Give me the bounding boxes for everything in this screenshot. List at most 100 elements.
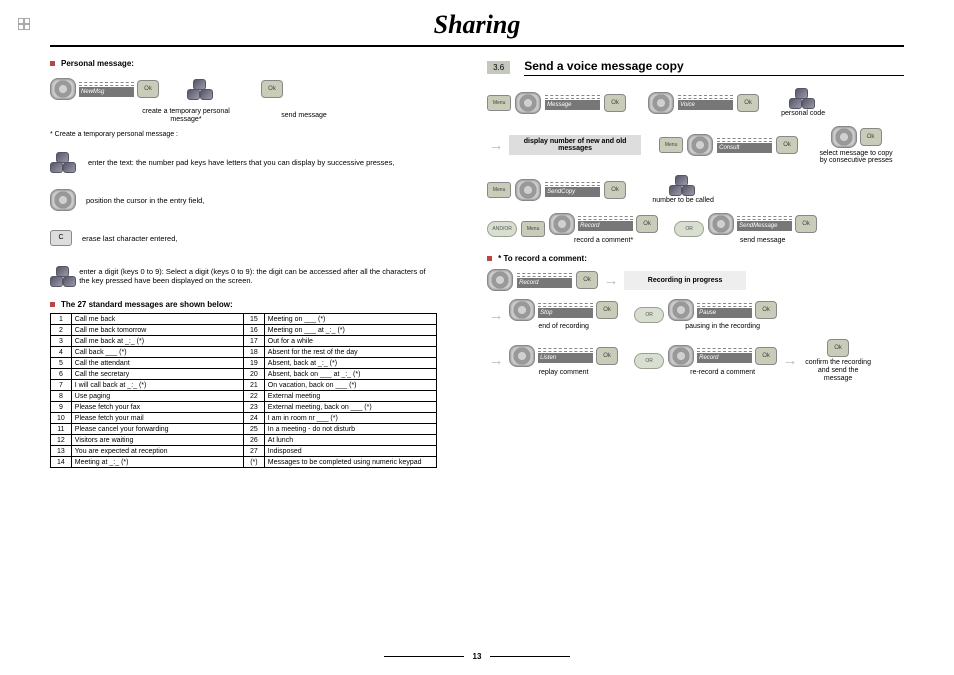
table-cell: 7: [51, 380, 72, 391]
table-cell: 9: [51, 402, 72, 413]
or-icon: OR: [634, 353, 664, 369]
caption: pausing in the recording: [685, 323, 760, 331]
table-cell: Absent, back on ___ at _:_ (*): [264, 369, 436, 380]
instruction-text: enter the text: the number pad keys have…: [88, 158, 394, 168]
caption: end of recording: [538, 323, 589, 331]
table-cell: Use paging: [71, 391, 243, 402]
bullet-icon: [487, 256, 492, 261]
table-row: 8Use paging22External meeting: [51, 391, 437, 402]
table-row: 1Call me back15Meeting on ___ (*): [51, 314, 437, 325]
table-cell: Call me back tomorrow: [71, 325, 243, 336]
nav-key-icon: [668, 345, 694, 367]
table-cell: 5: [51, 358, 72, 369]
display-strip: SendMessage: [737, 216, 792, 231]
bullet-icon: [50, 302, 55, 307]
table-cell: 20: [244, 369, 265, 380]
ok-key-icon: Ok: [261, 80, 283, 98]
table-cell: Absent for the rest of the day: [264, 347, 436, 358]
table-cell: I am in room nr ___ (*): [264, 413, 436, 424]
table-cell: Call back ___ (*): [71, 347, 243, 358]
ok-key-icon: Ok: [737, 94, 759, 112]
display-strip: Record: [697, 348, 752, 363]
table-cell: External meeting: [264, 391, 436, 402]
table-cell: 19: [244, 358, 265, 369]
info-box: Recording in progress: [624, 271, 746, 290]
ok-key-icon: Ok: [827, 339, 849, 357]
nav-key-icon: [515, 92, 541, 114]
table-cell: Call me back: [71, 314, 243, 325]
table-row: 11Please cancel your forwarding25In a me…: [51, 424, 437, 435]
table-row: 2Call me back tomorrow16Meeting on ___ a…: [51, 325, 437, 336]
table-cell: Out for a while: [264, 336, 436, 347]
table-cell: 22: [244, 391, 265, 402]
table-cell: 13: [51, 446, 72, 457]
table-cell: Meeting on ___ at _:_ (*): [264, 325, 436, 336]
table-cell: 8: [51, 391, 72, 402]
table-cell: 15: [244, 314, 265, 325]
table-row: 14Meeting at _:_ (*)(*)Messages to be co…: [51, 457, 437, 468]
table-cell: 18: [244, 347, 265, 358]
keypad-icon: [789, 88, 817, 108]
table-heading: The 27 standard messages are shown below…: [61, 300, 233, 309]
keypad-icon: [50, 152, 78, 172]
corner-marker: [18, 18, 30, 30]
arrow-icon: →: [487, 307, 505, 324]
display-strip: Pause: [697, 303, 752, 318]
table-cell: 12: [51, 435, 72, 446]
table-cell: 26: [244, 435, 265, 446]
ok-key-icon: Ok: [137, 80, 159, 98]
caption: confirm the recording and send the messa…: [803, 359, 873, 382]
section-number: 3.6: [487, 61, 510, 74]
table-cell: Call the secretary: [71, 369, 243, 380]
table-cell: 27: [244, 446, 265, 457]
nav-key-icon: [487, 269, 513, 291]
table-cell: 3: [51, 336, 72, 347]
table-row: 6Call the secretary20Absent, back on ___…: [51, 369, 437, 380]
table-cell: You are expected at reception: [71, 446, 243, 457]
caption: personal code: [781, 110, 825, 118]
or-icon: OR: [674, 221, 704, 237]
display-strip: Record: [517, 273, 572, 288]
table-cell: 24: [244, 413, 265, 424]
arrow-icon: →: [487, 137, 505, 154]
table-cell: Messages to be completed using numeric k…: [264, 457, 436, 468]
display-strip: SendCopy: [545, 182, 600, 197]
table-row: 3Call me back at _:_ (*)17Out for a whil…: [51, 336, 437, 347]
table-row: 9Please fetch your fax23External meeting…: [51, 402, 437, 413]
display-strip: Voice: [678, 95, 733, 110]
nav-key-icon: [668, 299, 694, 321]
table-cell: 23: [244, 402, 265, 413]
arrow-icon: →: [487, 352, 505, 369]
personal-message-heading: Personal message:: [61, 59, 134, 68]
nav-key-icon: [509, 299, 535, 321]
instruction-text: position the cursor in the entry field,: [86, 196, 204, 206]
andor-icon: AND/OR: [487, 221, 517, 237]
caption: select message to copy by consecutive pr…: [816, 150, 896, 165]
ok-key-icon: Ok: [860, 128, 882, 146]
display-strip: Message: [545, 95, 600, 110]
or-icon: OR: [634, 307, 664, 323]
display-strip: Consult: [717, 138, 772, 153]
caption: number to be called: [648, 197, 718, 205]
table-row: 12Visitors are waiting26At lunch: [51, 435, 437, 446]
nav-key-icon: [687, 134, 713, 156]
nav-key-icon: [831, 126, 857, 148]
page-footer: 13: [0, 652, 954, 661]
table-cell: 10: [51, 413, 72, 424]
table-cell: Visitors are waiting: [71, 435, 243, 446]
arrow-icon: →: [781, 352, 799, 369]
table-cell: In a meeting - do not disturb: [264, 424, 436, 435]
footnote: * Create a temporary personal message :: [50, 131, 437, 138]
table-cell: Please cancel your forwarding: [71, 424, 243, 435]
table-cell: 14: [51, 457, 72, 468]
table-cell: On vacation, back on ___ (*): [264, 380, 436, 391]
nav-key-icon: [549, 213, 575, 235]
ok-key-icon: Ok: [596, 301, 618, 319]
menu-icon: Menu: [487, 182, 511, 198]
menu-icon: Menu: [521, 221, 545, 237]
display-strip: Stop: [538, 303, 593, 318]
table-cell: External meeting, back on ___ (*): [264, 402, 436, 413]
table-cell: Call the attendant: [71, 358, 243, 369]
ok-key-icon: Ok: [795, 215, 817, 233]
nav-key-icon: [648, 92, 674, 114]
